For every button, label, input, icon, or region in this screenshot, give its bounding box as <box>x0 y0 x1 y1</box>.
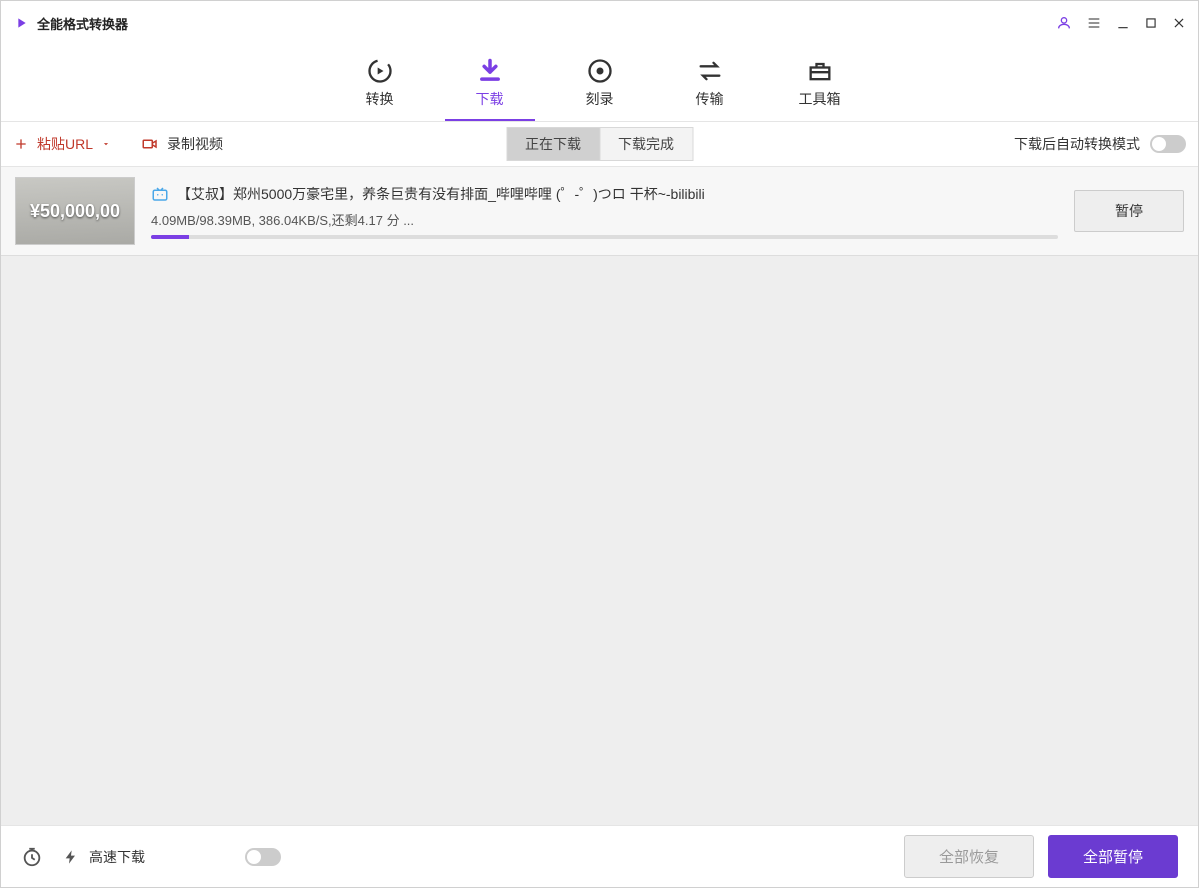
plus-icon <box>13 136 29 152</box>
bottombar: 高速下载 全部恢复 全部暂停 <box>1 825 1198 887</box>
thumbnail-text: ¥50,000,00 <box>30 201 120 222</box>
tab-label: 转换 <box>366 89 394 109</box>
auto-convert-toggle[interactable] <box>1150 135 1186 153</box>
chevron-down-icon <box>101 139 111 149</box>
video-thumbnail[interactable]: ¥50,000,00 <box>15 177 135 245</box>
close-icon[interactable] <box>1172 16 1186 30</box>
high-speed-label: 高速下载 <box>89 847 145 867</box>
sub-tabs: 正在下载 下载完成 <box>506 127 693 161</box>
pause-button[interactable]: 暂停 <box>1074 190 1184 232</box>
download-progress-fill <box>151 235 189 239</box>
bottombar-left: 高速下载 <box>21 846 281 868</box>
camera-icon <box>141 135 159 153</box>
schedule-icon[interactable] <box>21 846 43 868</box>
paste-url-button[interactable]: 粘贴URL <box>13 134 111 154</box>
record-video-label: 录制视频 <box>167 134 223 154</box>
high-speed-toggle[interactable] <box>245 848 281 866</box>
transfer-icon <box>696 57 724 85</box>
high-speed-download: 高速下载 <box>63 847 145 867</box>
toolbox-icon <box>806 57 834 85</box>
toolbar-left: 粘贴URL 录制视频 <box>13 134 223 154</box>
burn-icon <box>586 57 614 85</box>
bottombar-right: 全部恢复 全部暂停 <box>904 835 1178 878</box>
resume-all-button[interactable]: 全部恢复 <box>904 835 1034 878</box>
record-video-button[interactable]: 录制视频 <box>141 134 223 154</box>
tab-label: 工具箱 <box>799 89 841 109</box>
toolbar-right: 下载后自动转换模式 <box>1014 134 1186 154</box>
maximize-icon[interactable] <box>1144 16 1158 30</box>
download-item-info: 【艾叔】郑州5000万豪宅里，养条巨贵有没有排面_哔哩哔哩 (゜-゜)つロ 干杯… <box>151 184 1058 239</box>
download-list: ¥50,000,00 【艾叔】郑州5000万豪宅里，养条巨贵有没有排面_哔哩哔哩… <box>1 167 1198 825</box>
auto-convert-label: 下载后自动转换模式 <box>1014 134 1140 154</box>
titlebar: 全能格式转换器 <box>1 1 1198 45</box>
window-controls <box>1056 15 1186 31</box>
tab-download[interactable]: 下载 <box>435 45 545 121</box>
download-item-status: 4.09MB/98.39MB, 386.04KB/S,还剩4.17 分 ... <box>151 210 1058 229</box>
app-logo-icon <box>13 15 29 31</box>
paste-url-label: 粘贴URL <box>37 134 93 154</box>
tab-toolbox[interactable]: 工具箱 <box>765 45 875 121</box>
menu-icon[interactable] <box>1086 15 1102 31</box>
convert-icon <box>366 57 394 85</box>
main-tabs: 转换 下载 刻录 传输 工具箱 <box>1 45 1198 121</box>
sub-tab-completed[interactable]: 下载完成 <box>599 127 693 161</box>
pause-all-button[interactable]: 全部暂停 <box>1048 835 1178 878</box>
download-item: ¥50,000,00 【艾叔】郑州5000万豪宅里，养条巨贵有没有排面_哔哩哔哩… <box>1 167 1198 256</box>
tab-label: 传输 <box>696 89 724 109</box>
minimize-icon[interactable] <box>1116 16 1130 30</box>
user-icon[interactable] <box>1056 15 1072 31</box>
bolt-icon <box>63 849 79 865</box>
app-title: 全能格式转换器 <box>37 14 128 33</box>
bilibili-icon <box>151 185 169 203</box>
tab-transfer[interactable]: 传输 <box>655 45 765 121</box>
tab-label: 刻录 <box>586 89 614 109</box>
tab-convert[interactable]: 转换 <box>325 45 435 121</box>
download-icon <box>476 57 504 85</box>
sub-tab-downloading[interactable]: 正在下载 <box>506 127 599 161</box>
tab-burn[interactable]: 刻录 <box>545 45 655 121</box>
toolbar: 粘贴URL 录制视频 正在下载 下载完成 下载后自动转换模式 <box>1 121 1198 167</box>
app-title-group: 全能格式转换器 <box>13 14 128 33</box>
tab-label: 下载 <box>476 89 504 109</box>
download-item-title: 【艾叔】郑州5000万豪宅里，养条巨贵有没有排面_哔哩哔哩 (゜-゜)つロ 干杯… <box>177 184 705 204</box>
download-progress-bar <box>151 235 1058 239</box>
